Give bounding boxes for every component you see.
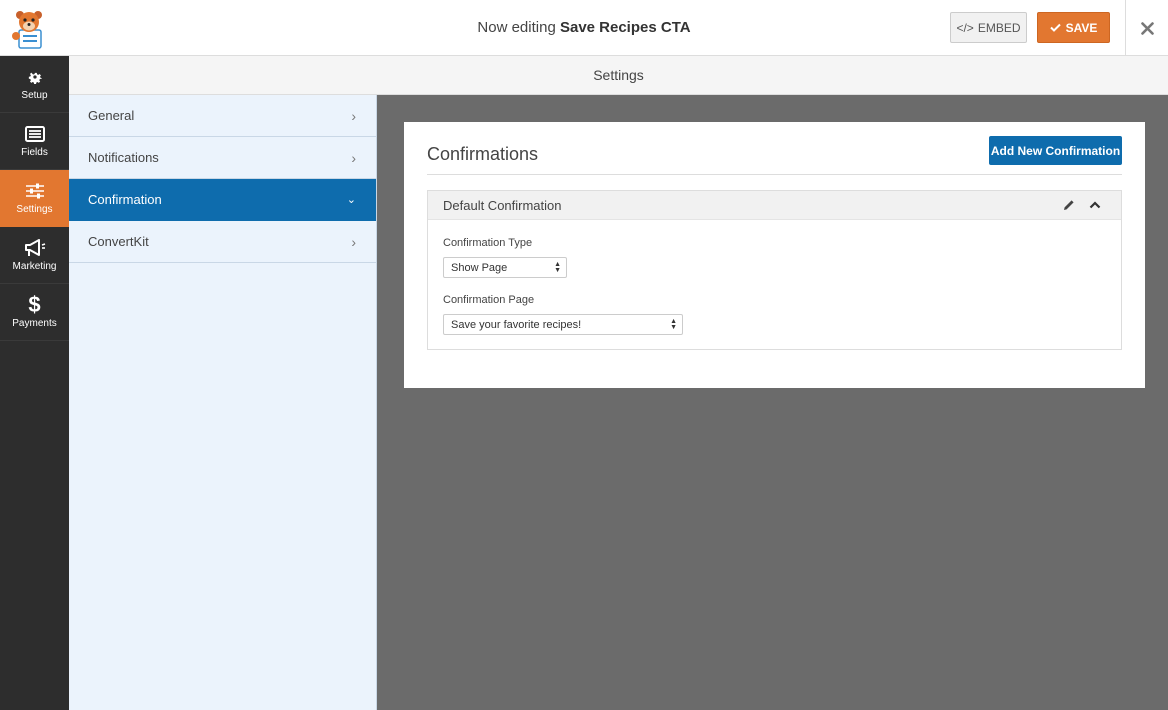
chevron-right-icon: › [351, 233, 356, 250]
list-icon [24, 124, 45, 144]
panel-item-notifications[interactable]: Notifications › [69, 137, 376, 179]
rail-item-payments[interactable]: $ Payments [0, 284, 69, 341]
save-button[interactable]: SAVE [1037, 12, 1110, 43]
panel-item-label: Confirmation [88, 192, 162, 207]
chevron-right-icon: › [351, 149, 356, 166]
panel-item-label: General [88, 108, 135, 123]
save-label: SAVE [1065, 20, 1098, 35]
panel-item-label: Notifications [88, 150, 159, 165]
confirmation-page-select[interactable]: Save your favorite recipes! ▲ ▼ [443, 314, 683, 335]
section-title: Confirmations [427, 144, 539, 164]
panel-item-confirmation[interactable]: Confirmation ⌄ [69, 179, 376, 221]
panel-item-general[interactable]: General › [69, 95, 376, 137]
close-button[interactable] [1125, 0, 1168, 56]
embed-label: EMBED [977, 20, 1021, 35]
builder-sidebar: Setup Fields Settings Marketing $ Paymen… [0, 56, 69, 710]
sliders-icon [25, 181, 45, 201]
confirmation-type-select[interactable]: Show Page ▲ ▼ [443, 257, 567, 278]
title-prefix: Now editing [477, 19, 556, 36]
gear-icon [26, 67, 44, 87]
confirmation-title: Default Confirmation [443, 197, 562, 213]
rail-item-settings[interactable]: Settings [0, 170, 69, 227]
select-value: Save your favorite recipes! [451, 318, 582, 331]
rail-label: Settings [16, 204, 53, 215]
confirmation-header[interactable]: Default Confirmation [428, 191, 1121, 220]
close-icon [1140, 21, 1154, 35]
divider [427, 174, 1122, 175]
embed-button[interactable]: </> EMBED [950, 12, 1027, 43]
rail-label: Payments [12, 318, 57, 329]
settings-header: Settings [69, 56, 1168, 95]
default-confirmation-block: Default Confirmation Confirmation Type S… [427, 190, 1122, 350]
panel-item-label: ConvertKit [88, 234, 149, 249]
settings-title: Settings [593, 67, 644, 83]
wpforms-logo [0, 0, 56, 56]
code-icon: </> [956, 20, 974, 35]
check-icon [1049, 23, 1061, 32]
form-name: Save Recipes CTA [559, 19, 691, 36]
settings-panel: General › Notifications › Confirmation ⌄… [69, 95, 377, 710]
top-bar: Now editing Save Recipes CTA </> EMBED S… [0, 0, 1168, 56]
chevron-down-icon: ⌄ [346, 194, 356, 206]
pencil-icon[interactable] [1063, 199, 1075, 211]
rail-label: Fields [21, 147, 48, 158]
chevron-up-icon[interactable] [1089, 201, 1101, 209]
dollar-icon: $ [28, 292, 41, 317]
content-area: Confirmations Add New Confirmation Defau… [377, 95, 1168, 710]
panel-item-convertkit[interactable]: ConvertKit › [69, 221, 376, 263]
rail-label: Setup [21, 90, 48, 101]
select-arrows-icon: ▲ ▼ [554, 260, 561, 274]
add-new-confirmation-button[interactable]: Add New Confirmation [989, 136, 1122, 165]
confirmations-card: Confirmations Add New Confirmation Defau… [404, 122, 1145, 388]
rail-item-marketing[interactable]: Marketing [0, 227, 69, 284]
confirmation-type-label: Confirmation Type [443, 237, 533, 249]
confirmation-page-label: Confirmation Page [443, 294, 535, 306]
chevron-right-icon: › [351, 107, 356, 124]
rail-item-fields[interactable]: Fields [0, 113, 69, 170]
rail-item-setup[interactable]: Setup [0, 56, 69, 113]
rail-label: Marketing [12, 261, 57, 272]
select-value: Show Page [451, 261, 508, 274]
select-arrows-icon: ▲ ▼ [670, 317, 677, 331]
megaphone-icon [24, 238, 46, 258]
